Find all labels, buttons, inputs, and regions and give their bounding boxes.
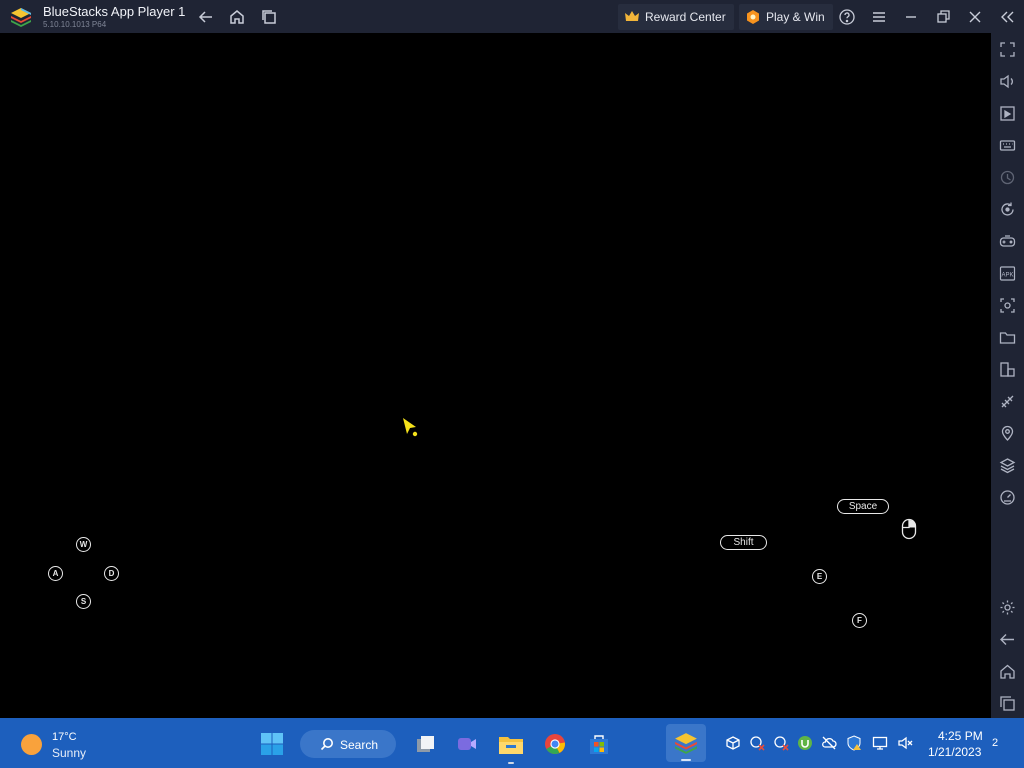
key-s: S — [76, 594, 91, 609]
keyboard-icon[interactable] — [999, 137, 1016, 154]
security-warning-icon[interactable] — [846, 735, 862, 751]
taskbar-search[interactable]: Search — [300, 730, 396, 758]
multi-window-icon[interactable] — [260, 8, 278, 26]
key-a: A — [48, 566, 63, 581]
app-tray-icon[interactable] — [749, 735, 765, 751]
reward-center-button[interactable]: Reward Center — [618, 4, 734, 30]
macro-icon[interactable] — [999, 169, 1016, 186]
volume-muted-icon[interactable] — [897, 735, 913, 751]
restore-icon[interactable] — [934, 8, 952, 26]
app-tray-icon-2[interactable] — [773, 735, 789, 751]
network-box-icon[interactable] — [725, 735, 741, 751]
key-shift: Shift — [720, 535, 767, 550]
bluestacks-taskbar-button[interactable] — [666, 724, 706, 762]
bluestacks-taskbar-icon — [675, 733, 697, 754]
weather-condition[interactable]: Sunny — [52, 746, 86, 760]
mouse-cursor-icon — [403, 418, 418, 437]
back-icon[interactable] — [999, 631, 1016, 648]
notification-count[interactable]: 2 — [992, 737, 998, 749]
play-win-button[interactable]: Play & Win — [739, 4, 833, 30]
play-win-icon — [747, 10, 759, 24]
collapse-sidebar-icon[interactable] — [998, 8, 1016, 26]
gamepad-icon[interactable] — [999, 233, 1016, 250]
help-icon[interactable] — [838, 8, 856, 26]
recent-apps-icon[interactable] — [999, 695, 1016, 712]
cloud-offline-icon[interactable] — [821, 735, 837, 751]
key-w: W — [76, 537, 91, 552]
svg-text:APK: APK — [1001, 273, 1013, 279]
location-icon[interactable] — [999, 425, 1016, 442]
key-space: Space — [837, 499, 889, 514]
close-icon[interactable] — [966, 8, 984, 26]
title-bar: BlueStacks App Player 1 5.10.10.1013 P64… — [0, 0, 1024, 33]
search-icon — [320, 738, 333, 751]
active-indicator — [681, 759, 691, 761]
windows-taskbar: 17°C Sunny Search 4:25 PM 1/21/2023 2 — [0, 718, 1024, 768]
mouse-click-icon — [901, 518, 917, 540]
windows-start-icon[interactable] — [260, 732, 284, 756]
utorrent-icon[interactable] — [797, 735, 813, 751]
app-title: BlueStacks App Player 1 — [43, 4, 186, 19]
menu-icon[interactable] — [870, 8, 888, 26]
display-icon[interactable] — [872, 735, 888, 751]
layers-icon[interactable] — [999, 457, 1016, 474]
settings-icon[interactable] — [999, 599, 1016, 616]
file-explorer-icon[interactable] — [498, 732, 524, 756]
screenshot-icon[interactable] — [999, 297, 1016, 314]
meet-icon[interactable] — [456, 733, 478, 755]
play-win-label: Play & Win — [766, 10, 825, 24]
back-arrow-icon[interactable] — [197, 8, 215, 26]
app-version: 5.10.10.1013 P64 — [43, 20, 107, 29]
minimize-icon[interactable] — [902, 8, 920, 26]
eco-mode-icon[interactable] — [999, 393, 1016, 410]
rotate-icon[interactable] — [999, 201, 1016, 218]
home-icon[interactable] — [228, 8, 246, 26]
home-icon[interactable] — [999, 663, 1016, 680]
weather-sun-icon[interactable] — [21, 734, 42, 755]
clock-date[interactable]: 1/21/2023 — [928, 745, 981, 759]
chrome-icon[interactable] — [544, 733, 566, 755]
active-indicator — [508, 762, 514, 764]
crown-icon — [625, 11, 639, 21]
key-d: D — [104, 566, 119, 581]
clock-time[interactable]: 4:25 PM — [938, 729, 983, 743]
key-e: E — [812, 569, 827, 584]
bluestacks-logo-icon — [11, 8, 31, 27]
emulator-screen[interactable] — [0, 33, 991, 718]
multi-instance-icon[interactable] — [999, 361, 1016, 378]
performance-icon[interactable] — [999, 489, 1016, 506]
task-view-icon[interactable] — [414, 733, 436, 755]
key-f: F — [852, 613, 867, 628]
apk-icon[interactable]: APK — [999, 265, 1016, 282]
folder-icon[interactable] — [999, 329, 1016, 346]
right-sidebar: APK — [991, 33, 1024, 718]
microsoft-store-icon[interactable] — [587, 732, 611, 756]
fullscreen-icon[interactable] — [999, 41, 1016, 58]
search-label: Search — [340, 738, 379, 752]
reward-center-label: Reward Center — [645, 10, 726, 24]
volume-icon[interactable] — [999, 73, 1016, 90]
weather-temperature[interactable]: 17°C — [52, 731, 77, 743]
screen-record-icon[interactable] — [999, 105, 1016, 122]
